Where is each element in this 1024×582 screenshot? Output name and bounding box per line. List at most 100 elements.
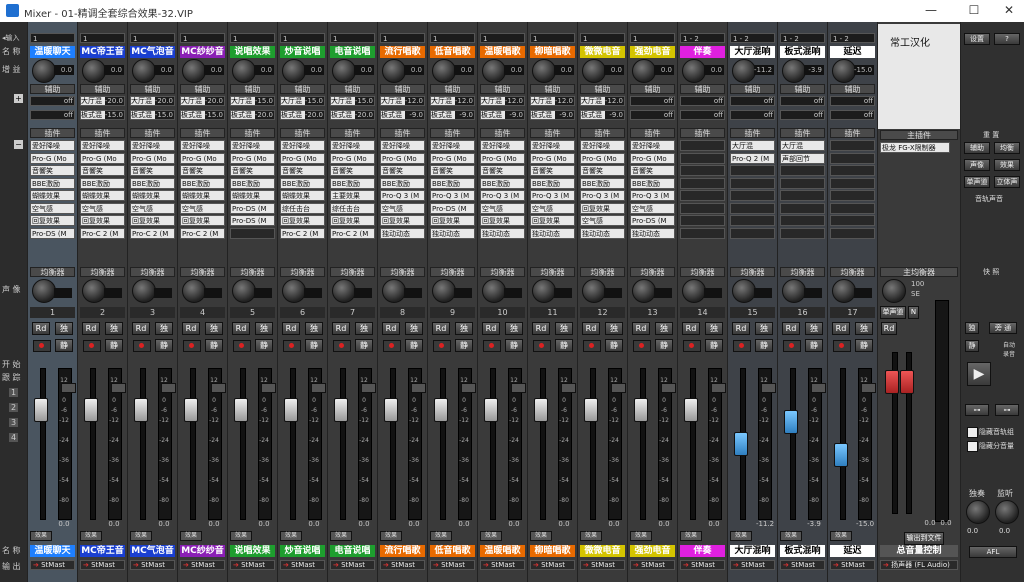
pan-knob[interactable] xyxy=(632,279,656,303)
collapse-plugin-button[interactable]: − xyxy=(14,140,23,149)
eff-indicator[interactable]: 效果 xyxy=(430,531,452,541)
solo-button[interactable]: 独 xyxy=(155,322,173,335)
solo-button[interactable]: 独 xyxy=(455,322,473,335)
plugin-slot-8[interactable] xyxy=(230,227,275,239)
send-slot-2[interactable]: 板式混 -15.0 xyxy=(80,110,125,120)
plugin-slot-5[interactable]: Pro-Q 3 (M xyxy=(380,190,425,201)
mute-button[interactable]: 静 xyxy=(655,339,673,352)
send-slot-2[interactable]: 板式混 -9.0 xyxy=(430,110,475,120)
plugin-slot-3[interactable] xyxy=(730,165,775,176)
plugin-slot-1[interactable]: 愛好降噪 xyxy=(580,140,625,151)
channel-fader[interactable] xyxy=(334,398,348,422)
plugin-slot-3[interactable]: 音響笑 xyxy=(80,165,125,176)
afl-button[interactable]: AFL xyxy=(969,546,1017,558)
plugin-slot-7[interactable]: 回复效果 xyxy=(30,215,75,226)
mute-button[interactable]: 静 xyxy=(755,339,773,352)
send-slot-1[interactable]: 大厅混 -20.0 xyxy=(130,96,175,106)
eff-indicator[interactable]: 效果 xyxy=(130,531,152,541)
gain-knob[interactable] xyxy=(382,59,406,83)
send-slot-1[interactable]: 大厅混 -12.0 xyxy=(430,96,475,106)
rd-button[interactable]: Rd xyxy=(632,322,650,335)
eq-toggle[interactable]: 均衡 xyxy=(994,142,1020,154)
plugin-slot-4[interactable]: BBE激励 xyxy=(230,177,275,189)
pan-knob[interactable] xyxy=(332,279,356,303)
plugin-slot-6[interactable] xyxy=(830,202,875,214)
plugin-slot-7[interactable]: 回复效果 xyxy=(80,215,125,226)
plugin-slot-4[interactable] xyxy=(680,177,725,189)
send-slot-2[interactable]: off xyxy=(830,110,875,120)
input-select[interactable]: 1 xyxy=(530,33,575,43)
record-button[interactable] xyxy=(133,340,151,352)
send-slot-1[interactable]: off xyxy=(680,96,725,106)
channel-fader[interactable] xyxy=(584,398,598,422)
channel-fader[interactable] xyxy=(534,398,548,422)
plugin-slot-2[interactable]: Pro-G (Mo xyxy=(230,152,275,164)
plugin-slot-3[interactable]: 音響笑 xyxy=(280,165,325,176)
send-slot-2[interactable]: 板式混 -20.0 xyxy=(230,110,275,120)
plugin-slot-7[interactable]: Pro-DS (M xyxy=(230,215,275,226)
input-select[interactable]: 1 - 2 xyxy=(680,33,725,43)
plugin-slot-5[interactable] xyxy=(780,190,825,201)
plugin-slot-8[interactable]: Pro-DS (M xyxy=(30,227,75,239)
send-slot-2[interactable]: 板式混 -9.0 xyxy=(530,110,575,120)
rd-button[interactable]: Rd xyxy=(82,322,100,335)
plugin-slot-8[interactable]: Pro-C 2 (M xyxy=(130,227,175,239)
rd-button[interactable]: Rd xyxy=(282,322,300,335)
plugin-slot-8[interactable] xyxy=(830,227,875,239)
output-select[interactable]: StMast xyxy=(130,560,175,570)
plugin-slot-7[interactable]: 回复效果 xyxy=(130,215,175,226)
master-output[interactable]: 扬声器 (FL Audio) xyxy=(880,560,958,570)
group-3-button[interactable]: 3 xyxy=(9,418,18,427)
solo-button[interactable]: 独 xyxy=(855,322,873,335)
solo-button[interactable]: 独 xyxy=(55,322,73,335)
pan-knob[interactable] xyxy=(532,279,556,303)
output-select[interactable]: StMast xyxy=(730,560,775,570)
gain-knob[interactable] xyxy=(732,59,756,83)
plugin-slot-6[interactable]: 空气感 xyxy=(130,202,175,214)
pan-knob[interactable] xyxy=(132,279,156,303)
rd-button[interactable]: Rd xyxy=(232,322,250,335)
channel-fader[interactable] xyxy=(434,398,448,422)
record-button[interactable] xyxy=(283,340,301,352)
solo-button[interactable]: 独 xyxy=(305,322,323,335)
plugin-slot-8[interactable]: Pro-C 2 (M xyxy=(330,227,375,239)
plugin-slot-3[interactable]: 音響笑 xyxy=(130,165,175,176)
eff-indicator[interactable]: 效果 xyxy=(680,531,702,541)
output-select[interactable]: StMast xyxy=(280,560,325,570)
solo-button[interactable]: 独 xyxy=(255,322,273,335)
gain-knob[interactable] xyxy=(832,59,856,83)
eff-indicator[interactable]: 效果 xyxy=(80,531,102,541)
pan-knob[interactable] xyxy=(582,279,606,303)
channel-fader[interactable] xyxy=(834,443,848,467)
plugin-slot-3[interactable]: 音響笑 xyxy=(480,165,525,176)
plugin-slot-1[interactable]: 大厅混 xyxy=(730,140,775,151)
pan-knob[interactable] xyxy=(832,279,856,303)
plugin-slot-8[interactable]: 独动动态 xyxy=(430,227,475,239)
output-select[interactable]: StMast xyxy=(580,560,625,570)
plugin-slot-6[interactable]: Pro-DS (M xyxy=(230,202,275,214)
plugin-slot-1[interactable]: 大厅混 xyxy=(780,140,825,151)
plugin-slot-4[interactable] xyxy=(730,177,775,189)
plugin-slot-8[interactable]: 独动动态 xyxy=(630,227,675,239)
mute-button[interactable]: 静 xyxy=(105,339,123,352)
plugin-slot-4[interactable]: BBE激励 xyxy=(80,177,125,189)
eff-indicator[interactable]: 效果 xyxy=(830,531,852,541)
send-slot-1[interactable]: off xyxy=(730,96,775,106)
rd-button[interactable]: Rd xyxy=(732,322,750,335)
solo-button[interactable]: 独 xyxy=(705,322,723,335)
plugin-slot-5[interactable]: 蝴蝶效果 xyxy=(180,190,225,201)
plugin-slot-3[interactable] xyxy=(680,165,725,176)
plugin-slot-2[interactable]: Pro-G (Mo xyxy=(580,152,625,164)
gain-knob[interactable] xyxy=(632,59,656,83)
plugin-slot-2[interactable]: Pro-G (Mo xyxy=(30,152,75,164)
plugin-slot-2[interactable]: Pro-G (Mo xyxy=(180,152,225,164)
send-slot-2[interactable]: off xyxy=(30,110,75,120)
record-button[interactable] xyxy=(383,340,401,352)
solo-button[interactable]: 独 xyxy=(805,322,823,335)
plugin-slot-7[interactable]: 回复效果 xyxy=(380,215,425,226)
plugin-slot-6[interactable]: 空气感 xyxy=(480,202,525,214)
channel-fader[interactable] xyxy=(784,409,798,434)
rd-button[interactable]: Rd xyxy=(432,322,450,335)
output-select[interactable]: StMast xyxy=(530,560,575,570)
eff-indicator[interactable]: 效果 xyxy=(580,531,602,541)
